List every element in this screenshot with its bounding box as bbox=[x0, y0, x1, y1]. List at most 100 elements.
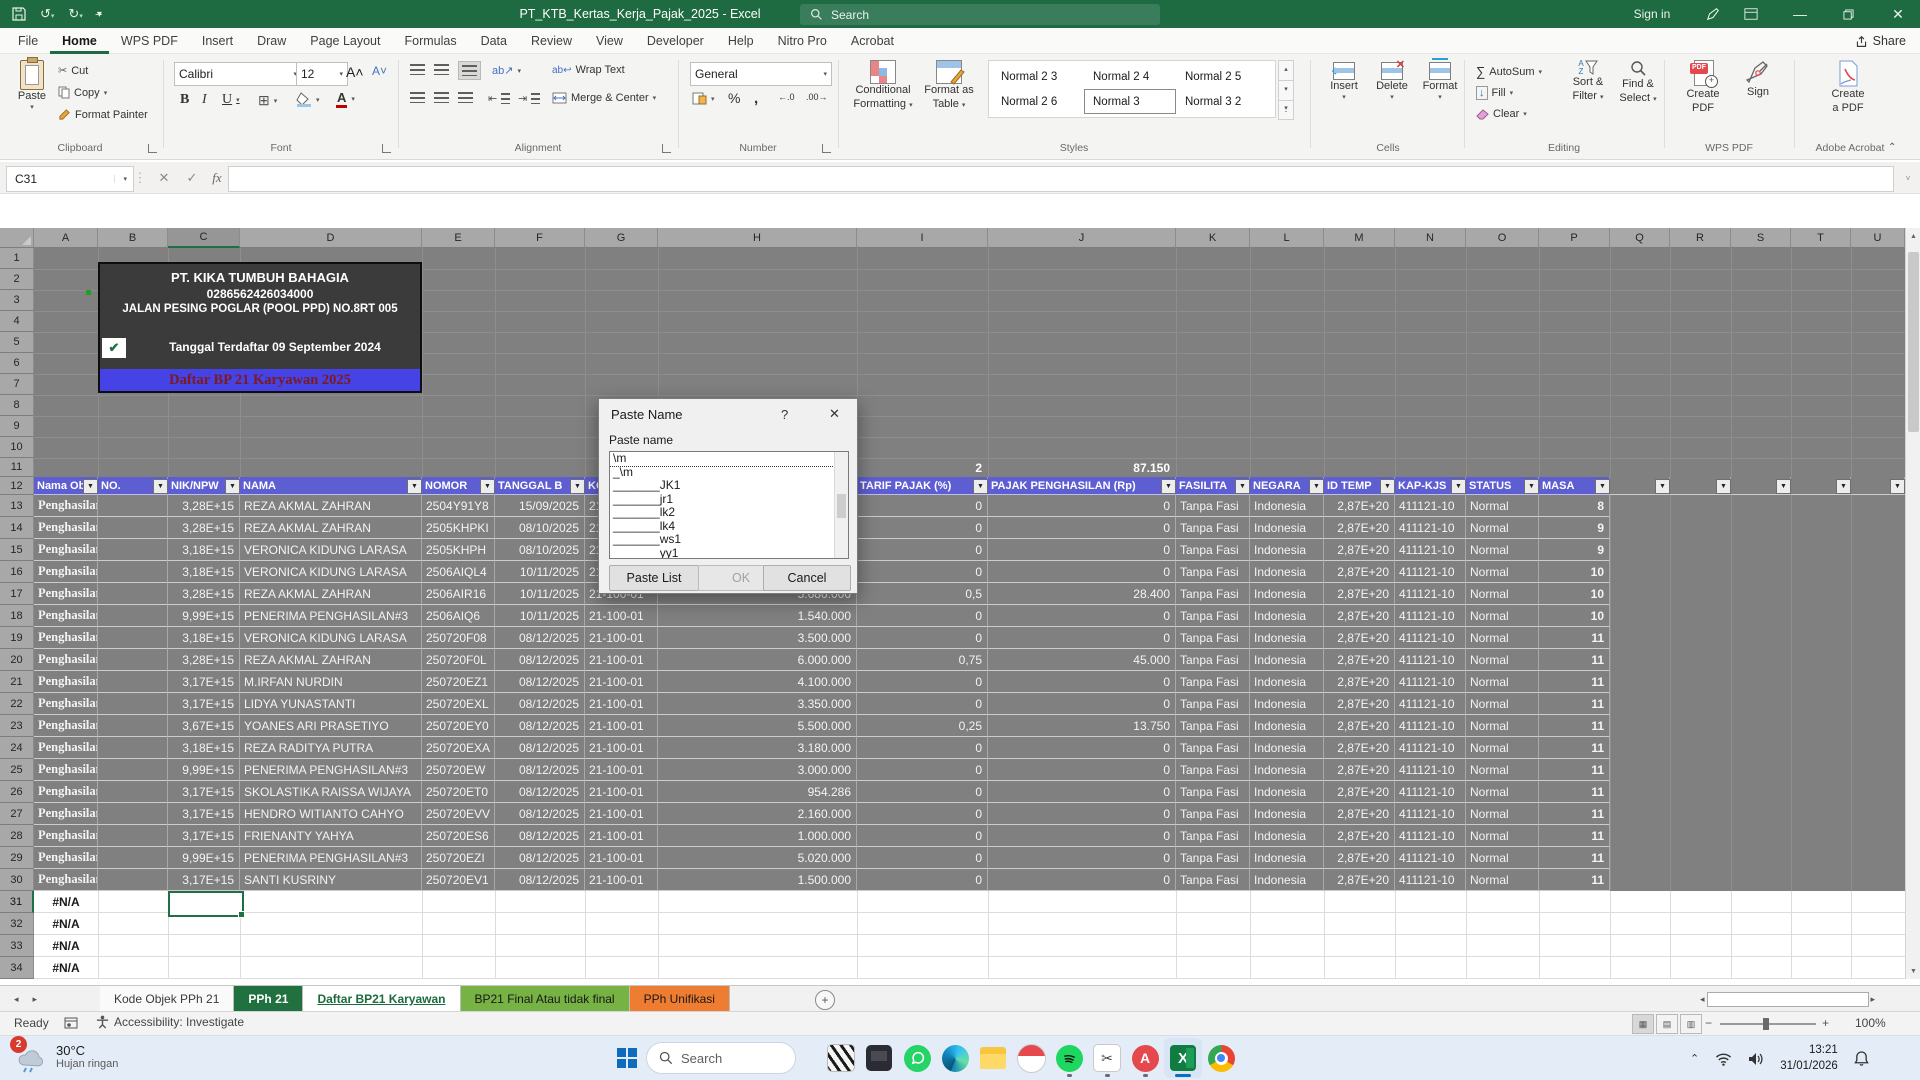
cell-K15[interactable]: Tanpa Fasi bbox=[1176, 539, 1250, 561]
cell-D30[interactable]: SANTI KUSRINY bbox=[240, 869, 422, 891]
column-letter-K[interactable]: K bbox=[1176, 228, 1250, 248]
row-number-24[interactable]: 24 bbox=[0, 737, 34, 759]
cell-N21[interactable]: 411121-10 bbox=[1395, 671, 1466, 693]
cell-O15[interactable]: Normal bbox=[1466, 539, 1539, 561]
filter-icon[interactable]: ▼ bbox=[1380, 479, 1395, 494]
cell-G20[interactable]: 21-100-01 bbox=[585, 649, 658, 671]
cell-A22[interactable]: Penghasilan yang diter bbox=[34, 693, 98, 715]
column-letter-O[interactable]: O bbox=[1466, 228, 1539, 248]
cell-L28[interactable]: Indonesia bbox=[1250, 825, 1324, 847]
cell-P26[interactable]: 11 bbox=[1539, 781, 1610, 803]
column-letter-F[interactable]: F bbox=[495, 228, 585, 248]
row-number-25[interactable]: 25 bbox=[0, 759, 34, 781]
cell-C22[interactable]: 3,17E+15 bbox=[168, 693, 240, 715]
filter-icon[interactable]: ▼ bbox=[1595, 479, 1610, 494]
cell-O19[interactable]: Normal bbox=[1466, 627, 1539, 649]
cell-G23[interactable]: 21-100-01 bbox=[585, 715, 658, 737]
number-format-select[interactable]: General▾ bbox=[690, 62, 832, 86]
wps-sign-button[interactable]: Sign bbox=[1736, 60, 1780, 100]
cell-N27[interactable]: 411121-10 bbox=[1395, 803, 1466, 825]
paste-name-item[interactable]: _______lk2 bbox=[610, 506, 834, 520]
cell-A23[interactable]: Penghasilan yang diter bbox=[34, 715, 98, 737]
volume-icon[interactable] bbox=[1748, 1052, 1764, 1066]
cell-K23[interactable]: Tanpa Fasi bbox=[1176, 715, 1250, 737]
italic-button[interactable]: I bbox=[202, 92, 207, 108]
cell-B20[interactable] bbox=[98, 649, 168, 671]
style-normal-2-5[interactable]: Normal 2 5 bbox=[1176, 64, 1268, 89]
paste-list-button[interactable]: Paste List bbox=[609, 565, 699, 591]
cell-L21[interactable]: Indonesia bbox=[1250, 671, 1324, 693]
cell-D17[interactable]: REZA AKMAL ZAHRAN bbox=[240, 583, 422, 605]
menu-tab-formulas[interactable]: Formulas bbox=[392, 28, 468, 54]
name-box-dropdown-icon[interactable]: ▾ bbox=[114, 175, 133, 183]
cell-P20[interactable]: 11 bbox=[1539, 649, 1610, 671]
cell-L15[interactable]: Indonesia bbox=[1250, 539, 1324, 561]
cell-C17[interactable]: 3,28E+15 bbox=[168, 583, 240, 605]
alignment-dialog-launcher[interactable] bbox=[662, 144, 671, 153]
cell-L30[interactable]: Indonesia bbox=[1250, 869, 1324, 891]
cell-N25[interactable]: 411121-10 bbox=[1395, 759, 1466, 781]
cell-B16[interactable] bbox=[98, 561, 168, 583]
cell-P30[interactable]: 11 bbox=[1539, 869, 1610, 891]
cancel-button[interactable]: Cancel bbox=[763, 565, 851, 591]
cell-C20[interactable]: 3,28E+15 bbox=[168, 649, 240, 671]
find-select-button[interactable]: Find &Select ▾ bbox=[1614, 60, 1662, 106]
style-normal-3[interactable]: Normal 3 bbox=[1084, 89, 1176, 114]
cell-G18[interactable]: 21-100-01 bbox=[585, 605, 658, 627]
cell-C30[interactable]: 3,17E+15 bbox=[168, 869, 240, 891]
cell-H28[interactable]: 1.000.000 bbox=[658, 825, 857, 847]
cell-F18[interactable]: 10/11/2025 bbox=[495, 605, 585, 627]
cell-M26[interactable]: 2,87E+20 bbox=[1324, 781, 1395, 803]
cell-H30[interactable]: 1.500.000 bbox=[658, 869, 857, 891]
cell-C19[interactable]: 3,18E+15 bbox=[168, 627, 240, 649]
column-letter-Q[interactable]: Q bbox=[1610, 228, 1670, 248]
menu-tab-developer[interactable]: Developer bbox=[635, 28, 716, 54]
format-cells-button[interactable]: Format▾ bbox=[1418, 62, 1462, 103]
cell-M19[interactable]: 2,87E+20 bbox=[1324, 627, 1395, 649]
cell-F14[interactable]: 08/10/2025 bbox=[495, 517, 585, 539]
cell-F13[interactable]: 15/09/2025 bbox=[495, 495, 585, 517]
paste-name-item[interactable]: _______lk4 bbox=[610, 520, 834, 534]
collapse-ribbon-icon[interactable]: ⌃ bbox=[1888, 142, 1896, 153]
cell-M18[interactable]: 2,87E+20 bbox=[1324, 605, 1395, 627]
column-letter-B[interactable]: B bbox=[98, 228, 168, 248]
cell-D13[interactable]: REZA AKMAL ZAHRAN bbox=[240, 495, 422, 517]
cell-F17[interactable]: 10/11/2025 bbox=[495, 583, 585, 605]
selected-cell-C31[interactable] bbox=[168, 891, 244, 917]
cell-K13[interactable]: Tanpa Fasi bbox=[1176, 495, 1250, 517]
cell-J29[interactable]: 0 bbox=[988, 847, 1176, 869]
cell-C16[interactable]: 3,18E+15 bbox=[168, 561, 240, 583]
wrap-text-button[interactable]: ab↩Wrap Text bbox=[552, 64, 625, 76]
row-number-8[interactable]: 8 bbox=[0, 395, 34, 416]
cell-J16[interactable]: 0 bbox=[988, 561, 1176, 583]
cell-A25[interactable]: Penghasilan yang diter bbox=[34, 759, 98, 781]
row-number-3[interactable]: 3 bbox=[0, 290, 34, 311]
paste-name-item[interactable]: _______ws1 bbox=[610, 533, 834, 547]
percent-style-button[interactable]: % bbox=[728, 90, 740, 106]
style-normal-2-6[interactable]: Normal 2 6 bbox=[992, 89, 1084, 114]
cell-H19[interactable]: 3.500.000 bbox=[658, 627, 857, 649]
cell-L16[interactable]: Indonesia bbox=[1250, 561, 1324, 583]
cell-B17[interactable] bbox=[98, 583, 168, 605]
cell-D15[interactable]: VERONICA KIDUNG LARASA bbox=[240, 539, 422, 561]
cell-I13[interactable]: 0 bbox=[857, 495, 988, 517]
cell-F20[interactable]: 08/12/2025 bbox=[495, 649, 585, 671]
page-break-view-button[interactable]: ▥ bbox=[1680, 1014, 1702, 1034]
cell-I26[interactable]: 0 bbox=[857, 781, 988, 803]
column-header-D[interactable]: NAMA bbox=[240, 477, 422, 495]
cell-C27[interactable]: 3,17E+15 bbox=[168, 803, 240, 825]
cell-I30[interactable]: 0 bbox=[857, 869, 988, 891]
cell-L19[interactable]: Indonesia bbox=[1250, 627, 1324, 649]
cell-P13[interactable]: 8 bbox=[1539, 495, 1610, 517]
cell-J28[interactable]: 0 bbox=[988, 825, 1176, 847]
cell-J13[interactable]: 0 bbox=[988, 495, 1176, 517]
cell-K30[interactable]: Tanpa Fasi bbox=[1176, 869, 1250, 891]
restore-button[interactable] bbox=[1828, 0, 1868, 28]
cell-A29[interactable]: Penghasilan yang diter bbox=[34, 847, 98, 869]
cell-A20[interactable]: Penghasilan yang diter bbox=[34, 649, 98, 671]
paste-name-item[interactable]: _______jr1 bbox=[610, 493, 834, 507]
cell-J26[interactable]: 0 bbox=[988, 781, 1176, 803]
filter-icon[interactable]: ▼ bbox=[570, 479, 585, 494]
cell-D14[interactable]: REZA AKMAL ZAHRAN bbox=[240, 517, 422, 539]
column-letter-U[interactable]: U bbox=[1851, 228, 1905, 248]
